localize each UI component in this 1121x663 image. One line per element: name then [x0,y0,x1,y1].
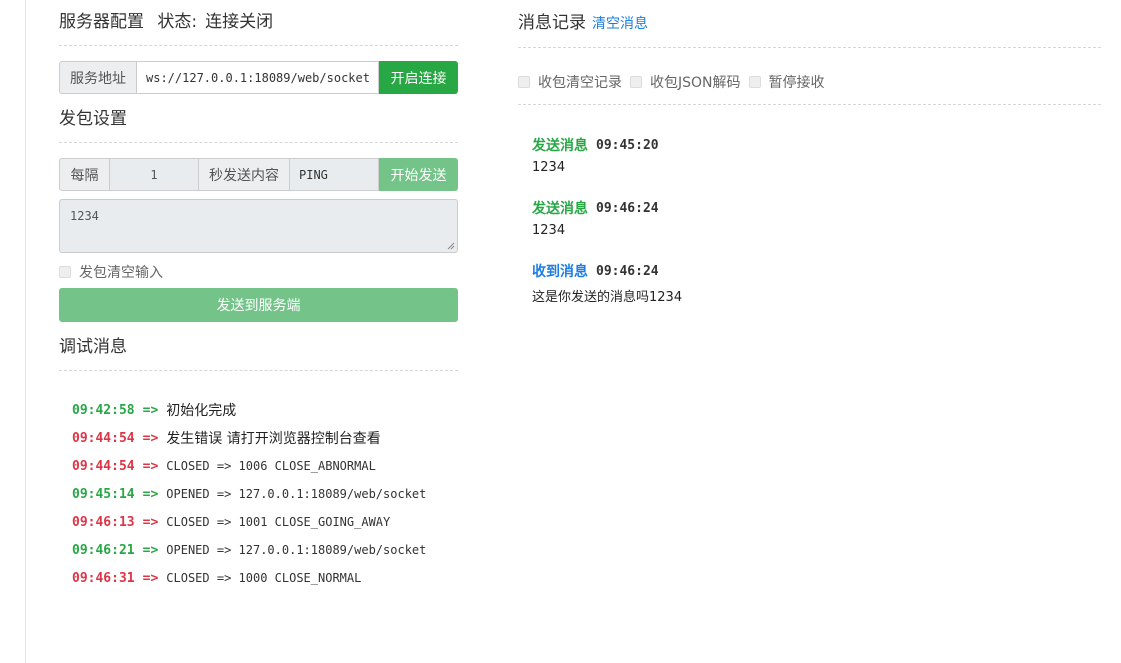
log-arrow: => [142,430,159,446]
clear-input-option[interactable]: 发包清空输入 [59,262,163,282]
log-arrow: => [142,458,159,474]
server-address-group: 服务地址 ws://127.0.0.1:18089/web/socket 开启连… [59,61,458,94]
status-value: 连接关闭 [205,12,274,32]
log-time: 09:44:54 [72,458,135,474]
address-input[interactable]: ws://127.0.0.1:18089/web/socket [137,61,379,94]
interval-input[interactable]: 1 [110,158,199,191]
server-config-heading: 服务器配置 状态: 连接关闭 [59,11,273,33]
address-label: 服务地址 [59,61,137,94]
resize-handle-icon[interactable] [447,242,455,250]
log-time: 09:46:31 [72,570,135,586]
message-body: 1234 [532,223,566,238]
divider [59,370,458,371]
option-checkbox[interactable] [518,76,530,88]
debug-log-line: 09:44:54 => 发生错误 请打开浏览器控制台查看 [72,424,458,452]
option-label: 暂停接收 [768,75,825,91]
message-time: 09:46:24 [596,263,659,279]
log-arrow: => [142,570,159,586]
server-config-title: 服务器配置 [59,12,144,32]
log-message: OPENED => 127.0.0.1:18089/web/socket [166,487,427,501]
connect-button[interactable]: 开启连接 [379,61,458,94]
sent-label: 发送消息 [532,138,588,154]
left-border-line [25,0,26,663]
clear-input-label: 发包清空输入 [79,265,163,281]
log-message: 初始化完成 [166,403,237,419]
debug-log-line: 09:46:13 => CLOSED => 1001 CLOSE_GOING_AWA… [72,508,458,536]
message-item: 发送消息 09:45:20 1234 [532,135,659,176]
log-arrow: => [142,514,159,530]
content-label: 秒发送内容 [199,158,290,191]
option-checkbox[interactable] [748,76,761,88]
received-label: 收到消息 [532,264,588,280]
debug-title: 调试消息 [59,337,127,357]
message-body: 1234 [532,160,566,175]
record-option-3[interactable]: 暂停接收 [748,72,825,92]
debug-log-line: 09:46:21 => OPENED => 127.0.0.1:18089/web/… [72,536,458,564]
divider [59,45,458,46]
debug-log-line: 09:44:54 => CLOSED => 1006 CLOSE_ABNORMAL [72,452,458,480]
record-option-2[interactable]: 收包JSON解码 [630,72,741,92]
records-title: 消息记录 [518,13,586,33]
message-time: 09:46:24 [596,200,659,216]
send-settings-title: 发包设置 [59,109,127,129]
message-body: 这是你发送的消息吗1234 [532,290,683,305]
log-time: 09:45:14 [72,486,135,502]
log-message: CLOSED => 1006 CLOSE_ABNORMAL [166,459,376,473]
message-item: 发送消息 09:46:24 1234 [532,198,659,239]
log-time: 09:42:58 [72,402,135,418]
sent-label: 发送消息 [532,201,588,217]
debug-log-line: 09:45:14 => OPENED => 127.0.0.1:18089/web/… [72,480,458,508]
message-time: 09:45:20 [596,137,659,153]
status-label: 状态: [157,12,198,32]
interval-label: 每隔 [59,158,110,191]
records-heading: 消息记录 清空消息 [518,12,648,34]
divider [59,142,458,143]
option-label: 收包JSON解码 [650,75,741,91]
debug-log-line: 09:46:31 => CLOSED => 1000 CLOSE_NORMAL [72,564,458,592]
clear-messages-link[interactable]: 清空消息 [592,13,648,33]
divider [518,47,1101,48]
start-sending-button[interactable]: 开始发送 [379,158,458,191]
option-checkbox[interactable] [630,76,642,88]
log-message: CLOSED => 1000 CLOSE_NORMAL [166,571,362,585]
debug-log-list: 09:42:58 => 初始化完成 09:44:54 => 发生错误 请打开浏览器控制台查… [72,396,458,592]
clear-input-checkbox[interactable] [59,266,71,278]
message-header: 发送消息 09:45:20 [532,135,659,155]
divider [518,104,1101,105]
message-item: 收到消息 09:46:24 这是你发送的消息吗1234 [532,261,683,306]
interval-send-group: 每隔 1 秒发送内容 PING 开始发送 [59,158,458,191]
log-arrow: => [142,486,159,502]
message-header: 收到消息 09:46:24 [532,261,682,281]
log-message: CLOSED => 1001 CLOSE_GOING_AWAY [166,515,391,529]
log-arrow: => [142,402,159,418]
record-option-1[interactable]: 收包清空记录 [518,72,622,92]
log-message: OPENED => 127.0.0.1:18089/web/socket [166,543,427,557]
log-message: 发生错误 请打开浏览器控制台查看 [166,431,381,447]
send-to-server-button[interactable]: 发送到服务端 [59,288,458,322]
debug-log-line: 09:42:58 => 初始化完成 [72,396,458,424]
log-arrow: => [142,542,159,558]
log-time: 09:46:13 [72,514,135,530]
log-time: 09:44:54 [72,430,135,446]
message-textarea[interactable]: 1234 [59,199,458,253]
content-input[interactable]: PING [290,158,379,191]
log-time: 09:46:21 [72,542,135,558]
record-options: 收包清空记录 收包JSON解码 暂停接收 [518,72,833,92]
message-header: 发送消息 09:46:24 [532,198,659,218]
message-text: 1234 [70,209,99,223]
option-label: 收包清空记录 [538,75,622,91]
